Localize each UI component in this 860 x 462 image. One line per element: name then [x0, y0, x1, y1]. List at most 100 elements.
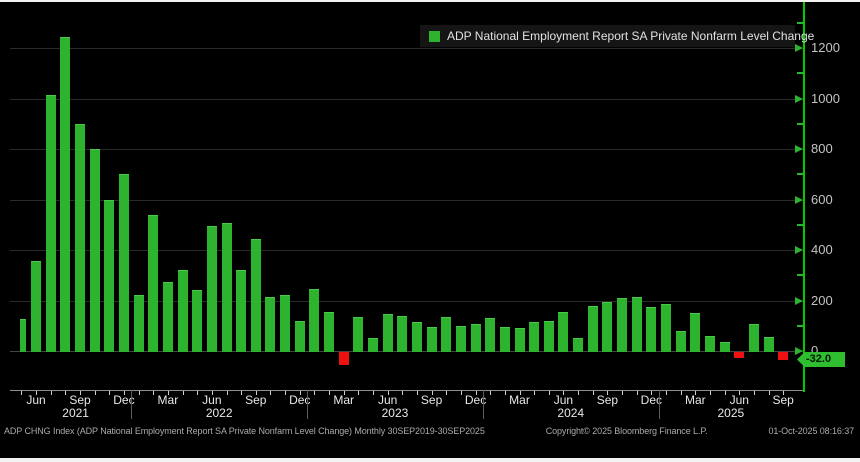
- gridline: [10, 48, 803, 49]
- y-tick-arrow-icon: [795, 95, 803, 103]
- chart-bar: [500, 327, 510, 352]
- x-axis-line: [10, 390, 803, 391]
- chart-bar: [368, 338, 378, 352]
- y-tick-label: 1200: [811, 41, 840, 55]
- y-tick-arrow-icon: [795, 347, 803, 355]
- x-quarter-label: Jun: [190, 393, 234, 407]
- footer-ticker-info: ADP CHNG Index (ADP National Employment …: [4, 426, 485, 436]
- x-quarter-label: Jun: [541, 393, 585, 407]
- chart-bar: [236, 270, 246, 352]
- x-quarter-label: Sep: [585, 393, 629, 407]
- legend-swatch-icon: [429, 31, 440, 42]
- gridline: [10, 200, 803, 201]
- chart-bar: [295, 321, 305, 352]
- chart-bar: [456, 326, 466, 352]
- chart-bar: [632, 297, 642, 352]
- x-quarter-label: Jun: [717, 393, 761, 407]
- chart-bar: [661, 304, 671, 352]
- y-tick-arrow-icon: [795, 44, 803, 52]
- y-tick-arrow-icon: [795, 246, 803, 254]
- year-separator: [483, 390, 484, 419]
- chart-bar: [339, 352, 349, 365]
- window-top-border: [0, 0, 860, 2]
- chart-bar: [207, 226, 217, 352]
- chart-bar: [397, 316, 407, 352]
- chart-bar: [280, 295, 290, 352]
- y-tick-label: 800: [811, 142, 833, 156]
- y-minor-tick: [797, 123, 803, 125]
- gridline: [10, 301, 803, 302]
- chart-bar: [178, 270, 188, 352]
- chart-bar: [529, 322, 539, 352]
- x-quarter-label: Sep: [410, 393, 454, 407]
- chart-bar: [573, 338, 583, 352]
- chart-bar: [46, 95, 56, 352]
- chart-bar: [148, 215, 158, 352]
- x-quarter-label: Mar: [498, 393, 542, 407]
- chart-bar: [104, 200, 114, 353]
- x-year-label: 2021: [46, 406, 106, 420]
- chart-bar: [544, 321, 554, 352]
- chart-bar: [471, 324, 481, 352]
- chart-bar: [764, 337, 774, 352]
- year-separator: [131, 390, 132, 419]
- y-tick-label: 200: [811, 294, 833, 308]
- chart-bar: [441, 317, 451, 352]
- y-tick-label: 600: [811, 193, 833, 207]
- chart-bar: [690, 313, 700, 352]
- x-quarter-label: Jun: [14, 393, 58, 407]
- chart-bar: [383, 314, 393, 352]
- x-quarter-label: Dec: [454, 393, 498, 407]
- y-minor-tick: [797, 224, 803, 226]
- last-value-badge: -32.0: [797, 352, 845, 367]
- chart-bar: [734, 352, 744, 358]
- chart-bar: [749, 324, 759, 352]
- y-minor-tick: [797, 274, 803, 276]
- x-quarter-label: Mar: [146, 393, 190, 407]
- chart-bar: [646, 307, 656, 352]
- gridline: [10, 99, 803, 100]
- x-quarter-label: Jun: [366, 393, 410, 407]
- chart-bar: [75, 124, 85, 352]
- footer-timestamp: 01-Oct-2025 08:16:37: [768, 426, 854, 436]
- y-tick-arrow-icon: [795, 297, 803, 305]
- chart-bar: [588, 306, 598, 352]
- chart-bar: [676, 331, 686, 352]
- window-bottom-border: [0, 458, 860, 462]
- legend[interactable]: ADP National Employment Report SA Privat…: [420, 25, 795, 47]
- x-quarter-label: Dec: [278, 393, 322, 407]
- chart-bar: [60, 37, 70, 352]
- x-quarter-label: Dec: [629, 393, 673, 407]
- chart-bar: [309, 289, 319, 352]
- x-year-label: 2024: [541, 406, 601, 420]
- chart-bar: [705, 336, 715, 352]
- chart-bar: [427, 327, 437, 352]
- x-year-label: 2023: [365, 406, 425, 420]
- y-minor-tick: [797, 325, 803, 327]
- y-tick-label: 400: [811, 243, 833, 257]
- chart-bar: [558, 312, 568, 352]
- y-minor-tick: [797, 173, 803, 175]
- x-quarter-label: Mar: [322, 393, 366, 407]
- x-quarter-label: Sep: [58, 393, 102, 407]
- x-quarter-label: Dec: [102, 393, 146, 407]
- chart-bar: [119, 174, 129, 352]
- x-quarter-label: Sep: [234, 393, 278, 407]
- y-minor-tick: [797, 72, 803, 74]
- x-quarter-label: Mar: [673, 393, 717, 407]
- x-year-label: 2025: [701, 406, 761, 420]
- chart-bar: [20, 319, 26, 352]
- y-tick-arrow-icon: [795, 196, 803, 204]
- chart-bar: [251, 239, 261, 352]
- gridline: [10, 250, 803, 251]
- chart-bar: [515, 328, 525, 352]
- x-quarter-label: Sep: [761, 393, 805, 407]
- bloomberg-chart-window: 020040060080010001200JunSepDecMarJunSepD…: [0, 0, 860, 462]
- chart-bar: [90, 149, 100, 352]
- chart-bar: [265, 297, 275, 352]
- y-axis-line: [803, 2, 805, 392]
- chart-bar: [412, 322, 422, 352]
- legend-label: ADP National Employment Report SA Privat…: [447, 29, 814, 43]
- y-tick-label: 1000: [811, 92, 840, 106]
- gridline: [10, 149, 803, 150]
